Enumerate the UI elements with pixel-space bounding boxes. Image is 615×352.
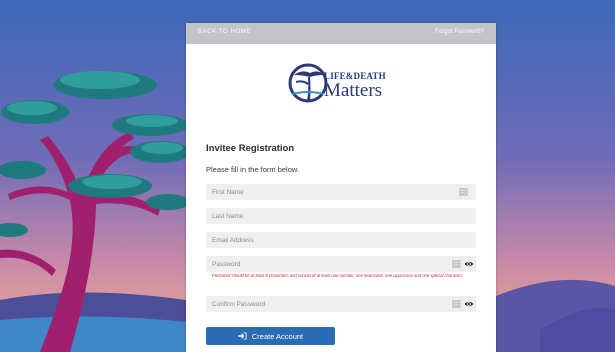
back-to-home-link[interactable]: BACK TO HOME [198, 29, 251, 35]
tree-logo-icon [288, 63, 328, 103]
registration-card: BACK TO HOME Forgot Password? LIFE&DEATH… [186, 23, 496, 352]
create-account-label: Create Account [251, 331, 304, 341]
top-bar: BACK TO HOME Forgot Password? [186, 23, 496, 44]
last-name-input[interactable] [206, 208, 436, 224]
sign-in-icon [237, 332, 247, 340]
password-input[interactable] [206, 256, 436, 272]
logo-text-bottom: Matters [324, 80, 383, 101]
keyboard-icon[interactable] [459, 188, 468, 196]
password-hint: Password should be at least 8 characters… [212, 273, 464, 278]
keyboard-icon[interactable] [452, 300, 461, 308]
confirm-password-input[interactable] [206, 296, 436, 312]
form-subtitle: Please fill in the form below. [206, 165, 299, 174]
form-title: Invitee Registration [206, 143, 295, 154]
confirm-password-field [206, 296, 476, 312]
last-name-field [206, 208, 476, 224]
eye-icon[interactable] [464, 299, 474, 309]
email-input[interactable] [206, 232, 436, 248]
forgot-password-link[interactable]: Forgot Password? [435, 29, 484, 35]
email-field [206, 232, 476, 248]
create-account-button[interactable]: Create Account [206, 327, 335, 345]
password-field [206, 256, 476, 272]
logo: LIFE&DEATH Matters [288, 61, 400, 105]
first-name-field [206, 184, 476, 200]
keyboard-icon[interactable] [452, 260, 461, 268]
first-name-input[interactable] [206, 184, 436, 200]
eye-icon[interactable] [464, 259, 474, 269]
